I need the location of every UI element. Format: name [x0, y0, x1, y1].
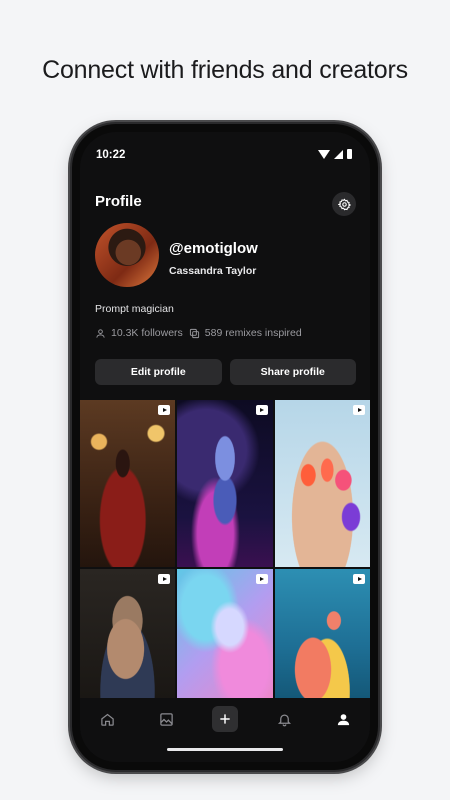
video-icon	[158, 405, 171, 415]
media-tile[interactable]	[80, 569, 176, 698]
media-tile[interactable]	[177, 400, 273, 567]
edit-profile-button[interactable]: Edit profile	[95, 359, 222, 385]
media-tile[interactable]	[274, 569, 370, 698]
user-handle: @emotiglow	[169, 240, 258, 257]
video-icon	[158, 574, 171, 584]
status-bar: 10:22	[96, 146, 352, 164]
profile-actions: Edit profile Share profile	[95, 359, 356, 385]
profile-icon	[337, 713, 349, 725]
share-profile-button[interactable]: Share profile	[229, 359, 356, 385]
video-icon	[255, 574, 268, 584]
user-name: Cassandra Taylor	[169, 265, 257, 277]
media-tile[interactable]	[274, 400, 370, 567]
phone-frame: 10:22 Profile @emotiglow Cassandra Taylo…	[72, 124, 378, 770]
signal-icon	[334, 149, 343, 159]
nav-notifications[interactable]	[271, 706, 297, 732]
settings-button[interactable]	[332, 192, 356, 216]
remixes-count: 589 remixes inspired	[204, 327, 302, 339]
status-icons	[318, 149, 352, 159]
video-icon	[353, 574, 365, 584]
nav-profile[interactable]	[330, 706, 356, 732]
app-screen: 10:22 Profile @emotiglow Cassandra Taylo…	[80, 132, 370, 762]
bell-icon	[277, 714, 291, 726]
user-bio: Prompt magician	[95, 303, 174, 315]
nav-create[interactable]	[212, 706, 238, 732]
followers-stat[interactable]: 10.3K followers	[95, 327, 183, 339]
bottom-nav	[80, 698, 370, 762]
nav-gallery[interactable]	[153, 706, 179, 732]
person-icon	[96, 328, 105, 338]
battery-icon	[347, 149, 352, 159]
remixes-stat[interactable]: 589 remixes inspired	[189, 327, 302, 339]
add-icon	[220, 714, 230, 724]
media-grid	[80, 400, 370, 698]
media-tile[interactable]	[177, 569, 273, 698]
image-icon	[159, 712, 173, 726]
wifi-icon	[318, 149, 330, 159]
followers-count: 10.3K followers	[111, 327, 183, 339]
home-indicator[interactable]	[167, 748, 283, 751]
video-icon	[353, 405, 365, 415]
status-time: 10:22	[96, 149, 126, 161]
headline: Connect with friends and creators	[42, 56, 408, 84]
profile-stats: 10.3K followers 589 remixes inspired	[95, 327, 302, 339]
page-title: Profile	[95, 193, 142, 210]
media-tile[interactable]	[80, 400, 176, 567]
home-icon	[100, 713, 114, 726]
gear-icon	[337, 197, 351, 210]
nav-home[interactable]	[94, 706, 120, 732]
video-icon	[255, 405, 268, 415]
avatar[interactable]	[95, 223, 159, 287]
remix-icon	[189, 328, 199, 338]
